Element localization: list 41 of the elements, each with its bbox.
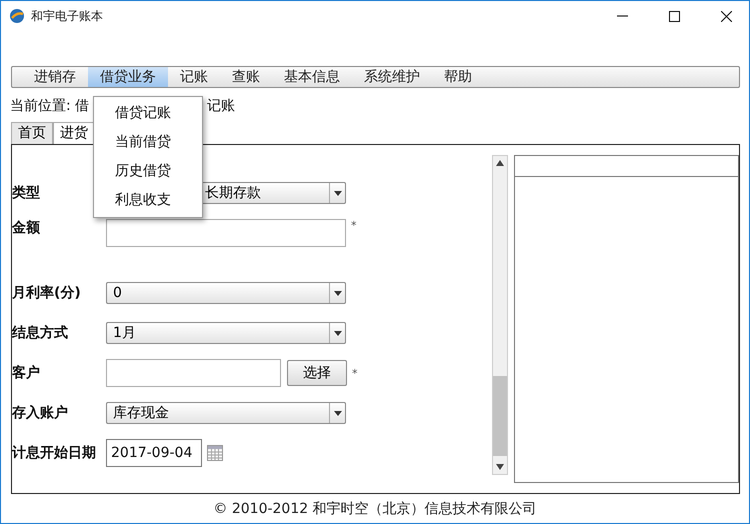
dropdown-arrow-icon (334, 190, 342, 196)
dropdown-arrow-icon (334, 330, 342, 336)
window-title: 和宇电子账本 (31, 8, 104, 24)
breadcrumb-text: 当前位置: 借 (10, 97, 90, 116)
tab[interactable]: 首页 (11, 122, 53, 144)
minimize-icon (616, 15, 628, 17)
field-label: 存入账户 (12, 404, 69, 422)
maximize-icon (668, 10, 680, 22)
menu-option[interactable]: 当前借贷 (94, 128, 202, 157)
input-field[interactable] (106, 219, 346, 247)
dropdown-arrow-icon (334, 290, 342, 296)
calendar-icon[interactable] (207, 445, 223, 461)
menu-item[interactable]: 借贷业务 (88, 67, 168, 87)
field-label: 客户 (12, 364, 41, 382)
input-field[interactable] (106, 359, 281, 387)
dropdown-field[interactable]: 1月 (106, 322, 346, 344)
menu-item[interactable]: 帮助 (432, 67, 484, 87)
copyright-text: © 2010-2012 和宇时空（北京）信息技术有限公司 (213, 500, 537, 518)
menu-item[interactable]: 基本信息 (272, 67, 352, 87)
dropdown-arrow-icon (334, 410, 342, 416)
required-mark: * (351, 219, 356, 232)
menu-item[interactable]: 系统维护 (352, 67, 432, 87)
date-field[interactable]: 2017-09-04 (106, 439, 202, 467)
field-label: 金额 (12, 219, 41, 237)
dropdown-field[interactable]: 库存现金 (106, 402, 346, 424)
close-icon (720, 10, 732, 22)
breadcrumb-text: 记账 (207, 97, 236, 116)
scroll-thumb[interactable] (493, 376, 507, 456)
menu-option[interactable]: 借贷记账 (94, 99, 202, 128)
field-label: 计息开始日期 (12, 444, 97, 462)
scrollbar[interactable] (492, 155, 508, 475)
app-logo-icon (9, 8, 25, 24)
menu-item[interactable]: 进销存 (22, 67, 88, 87)
menu-item[interactable]: 查账 (220, 67, 272, 87)
field-label: 月利率(分) (12, 284, 82, 302)
dropdown-field[interactable]: 0 (106, 282, 346, 304)
select-button[interactable]: 选择 (287, 360, 347, 386)
field-label: 类型 (12, 184, 41, 202)
required-mark: * (352, 366, 358, 380)
menu-item[interactable]: 记账 (168, 67, 220, 87)
field-label: 结息方式 (12, 324, 69, 342)
